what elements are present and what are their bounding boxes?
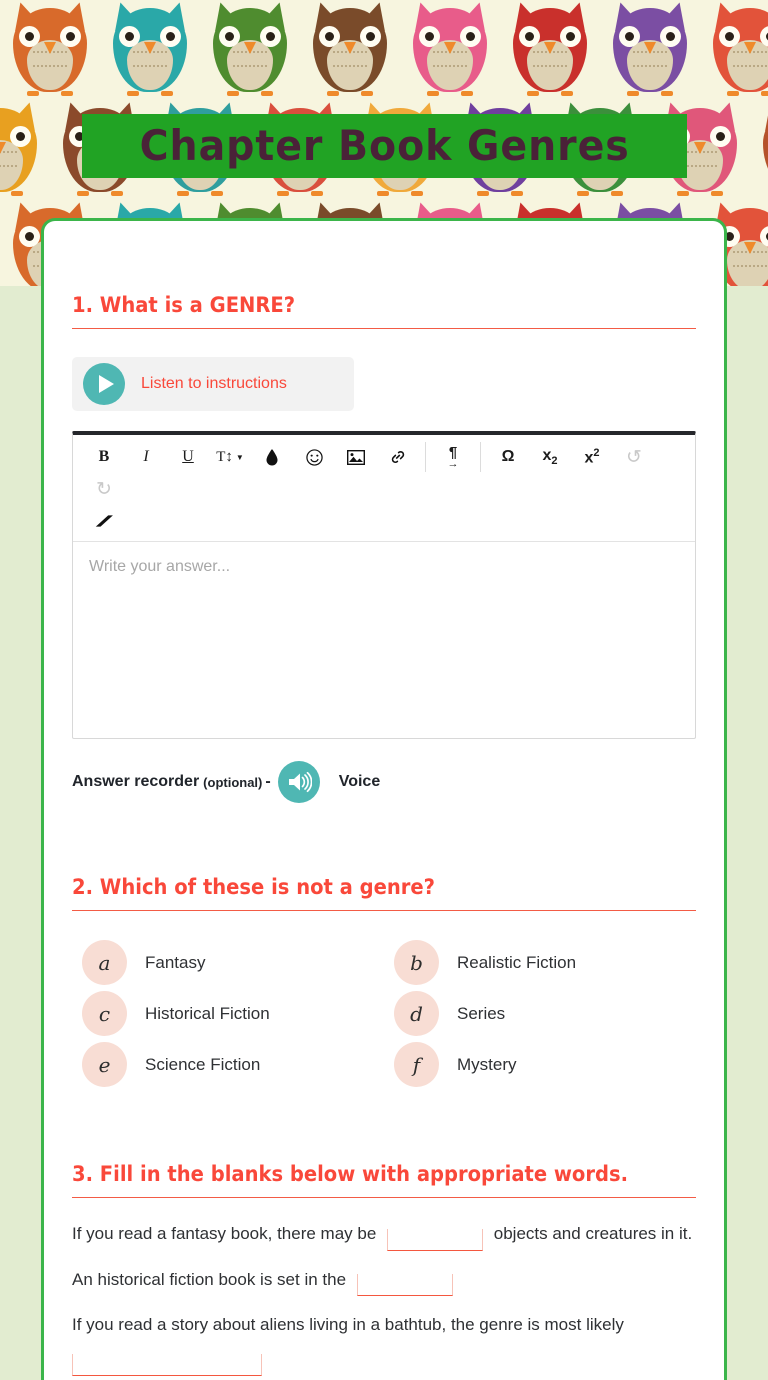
text-size-button[interactable]: T↕ ▼ (209, 441, 251, 473)
question-1-block: 1. What is a GENRE? Listen to instructio… (72, 221, 696, 803)
owl-decoration (300, 0, 400, 100)
option-letter-b: b (394, 940, 439, 985)
answer-textarea[interactable]: Write your answer... (73, 542, 695, 738)
editor-toolbar: B I U T↕ ▼ ¶ → Ω x2 x2 ↺ ↻ (73, 435, 695, 542)
emoji-icon[interactable] (293, 441, 335, 473)
blank-input-2[interactable] (356, 1274, 453, 1296)
subscript-button[interactable]: x2 (529, 441, 571, 473)
option-label-c: Historical Fiction (145, 1003, 270, 1023)
toolbar-divider (480, 442, 481, 472)
blank-line-1-after: objects and creatures in it. (493, 1224, 693, 1243)
option-f[interactable]: f Mystery (384, 1039, 696, 1090)
option-label-b: Realistic Fiction (457, 952, 577, 972)
blank-line-2-before: An historical fiction book is set in the (72, 1269, 347, 1289)
paragraph-indent-icon[interactable]: ¶ → (432, 441, 474, 473)
option-label-e: Science Fiction (145, 1054, 261, 1074)
option-letter-f: f (394, 1042, 439, 1087)
clear-formatting-eraser-icon[interactable] (83, 505, 125, 537)
question-2-divider (72, 910, 696, 911)
blank-line-2: An historical fiction book is set in the (72, 1266, 696, 1296)
listen-to-instructions-button[interactable]: Listen to instructions (72, 357, 354, 411)
owl-decoration (0, 0, 100, 100)
owl-decoration (700, 0, 768, 100)
question-2-options: a Fantasy b Realistic Fiction c Historic… (72, 937, 696, 1090)
redo-button[interactable]: ↻ (83, 473, 125, 505)
option-letter-c: c (82, 991, 127, 1036)
blank-input-3[interactable] (72, 1354, 262, 1376)
answer-recorder-dash: - (265, 773, 271, 790)
owl-decoration (200, 0, 300, 100)
worksheet-card: 1. What is a GENRE? Listen to instructio… (41, 218, 727, 1380)
speaker-icon[interactable] (277, 761, 320, 803)
option-letter-e: e (82, 1042, 127, 1087)
play-icon[interactable] (83, 363, 125, 405)
superscript-button[interactable]: x2 (571, 441, 613, 473)
blank-line-3: If you read a story about aliens living … (72, 1311, 696, 1376)
bold-button[interactable]: B (83, 441, 125, 473)
underline-button[interactable]: U (167, 441, 209, 473)
insert-image-icon[interactable] (335, 441, 377, 473)
owl-decoration (400, 0, 500, 100)
question-2-block: 2. Which of these is not a genre? a Fant… (72, 803, 696, 1090)
special-character-button[interactable]: Ω (487, 441, 529, 473)
owl-decoration (0, 98, 50, 200)
listen-to-instructions-label: Listen to instructions (141, 375, 287, 392)
toolbar-divider (425, 442, 426, 472)
option-b[interactable]: b Realistic Fiction (384, 937, 696, 988)
blank-line-1: If you read a fantasy book, there may be… (72, 1220, 696, 1251)
question-2-title: 2. Which of these is not a genre? (72, 875, 435, 899)
option-label-d: Series (457, 1003, 506, 1023)
undo-button[interactable]: ↺ (613, 441, 655, 473)
question-1-title: 1. What is a GENRE? (72, 293, 296, 317)
question-3-divider (72, 1197, 696, 1198)
option-c[interactable]: c Historical Fiction (72, 988, 384, 1039)
question-1-divider (72, 328, 696, 329)
question-3-title: 3. Fill in the blanks below with appropr… (72, 1162, 629, 1186)
option-label-f: Mystery (457, 1054, 517, 1074)
answer-recorder-row: Answer recorder (optional) - Voice (72, 761, 696, 803)
text-color-droplet-icon[interactable] (251, 441, 293, 473)
owl-decoration (600, 0, 700, 100)
owl-decoration (500, 0, 600, 100)
option-a[interactable]: a Fantasy (72, 937, 384, 988)
blank-input-1[interactable] (387, 1228, 484, 1251)
page-title: Chapter Book Genres (139, 121, 630, 170)
question-3-blanks: If you read a fantasy book, there may be… (72, 1220, 696, 1380)
worksheet-page: Chapter Book Genres 1. What is a GENRE? … (0, 0, 768, 1380)
italic-button[interactable]: I (125, 441, 167, 473)
option-e[interactable]: e Science Fiction (72, 1039, 384, 1090)
option-letter-a: a (82, 940, 127, 985)
rich-text-editor[interactable]: B I U T↕ ▼ ¶ → Ω x2 x2 ↺ ↻ Write your an… (72, 431, 696, 739)
owl-decoration (100, 0, 200, 100)
blank-line-3-before: If you read a story about aliens living … (72, 1315, 624, 1334)
insert-link-icon[interactable] (377, 441, 419, 473)
answer-recorder-voice-label: Voice (338, 773, 381, 790)
blank-line-1-before: If you read a fantasy book, there may be (72, 1224, 377, 1243)
option-d[interactable]: d Series (384, 988, 696, 1039)
page-title-banner: Chapter Book Genres (82, 114, 687, 178)
owl-decoration (750, 98, 768, 200)
question-3-block: 3. Fill in the blanks below with appropr… (72, 1090, 696, 1380)
answer-recorder-optional-label: (optional) (203, 774, 263, 790)
option-label-a: Fantasy (145, 952, 206, 972)
answer-recorder-label: Answer recorder (72, 773, 200, 790)
answer-textarea-placeholder: Write your answer... (89, 558, 231, 575)
option-letter-d: d (394, 991, 439, 1036)
